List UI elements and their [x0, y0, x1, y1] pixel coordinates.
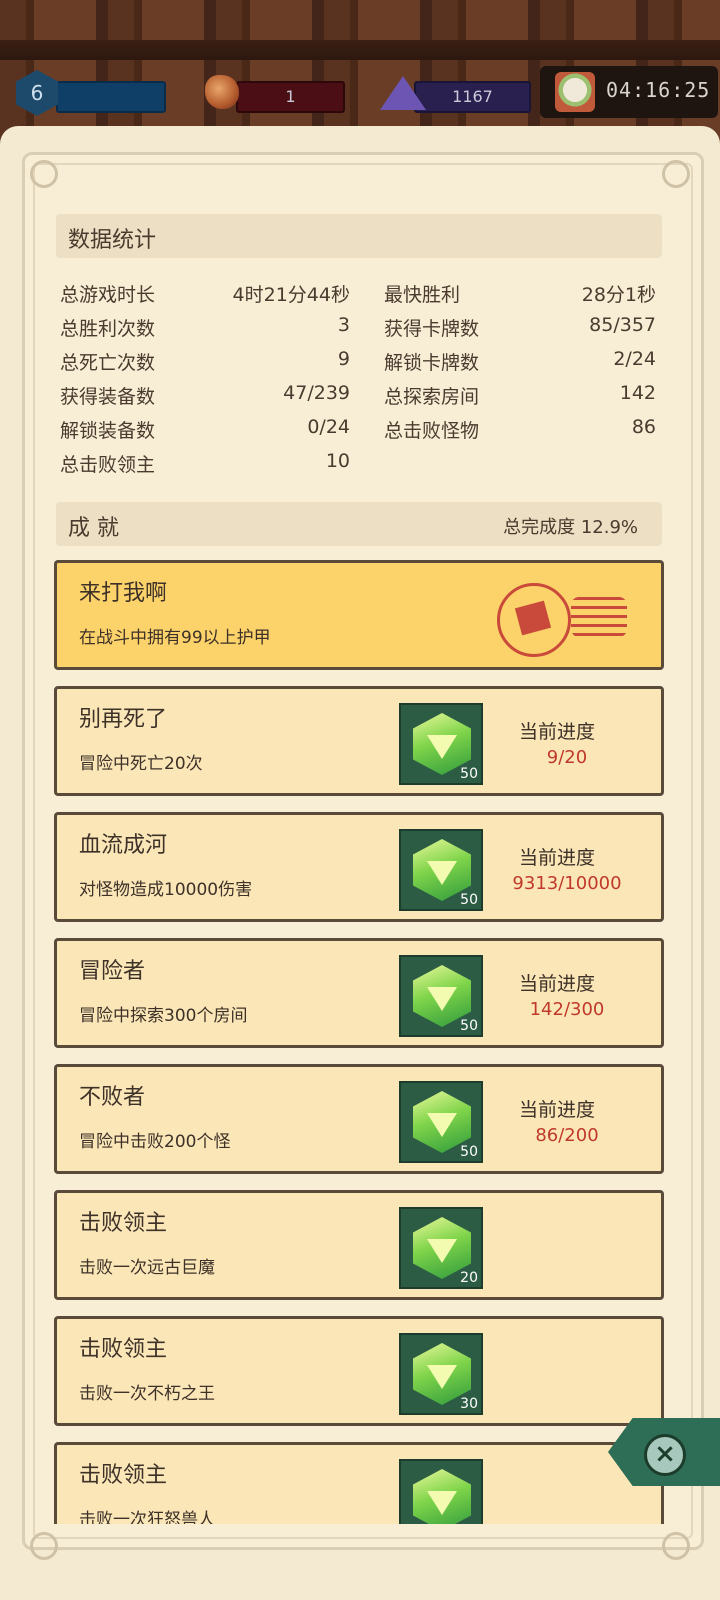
achievement-card[interactable]: 击败领主 击败一次不朽之王 30 — [54, 1316, 664, 1426]
stat-value: 0/24 — [307, 416, 350, 438]
stat-value: 4时21分44秒 — [232, 284, 350, 306]
achievement-title: 血流成河 — [79, 833, 168, 858]
achievements-header: 成 就 总完成度 12.9% — [56, 502, 662, 546]
reward-box: 50 — [399, 1081, 483, 1163]
reward-count: 20 — [460, 1270, 478, 1286]
stat-value: 3 — [337, 314, 350, 336]
achievement-title: 冒险者 — [79, 959, 146, 984]
progress-label: 当前进度 — [519, 1099, 596, 1121]
progress-value: 9313/10000 — [512, 873, 622, 894]
stat-row: 总胜利次数 3 — [60, 314, 350, 344]
stat-value: 47/239 — [283, 382, 350, 404]
stats-header: 数据统计 — [56, 214, 662, 258]
achievement-card[interactable]: 击败领主 击败一次狂怒兽人 — [54, 1442, 664, 1524]
stat-value: 85/357 — [589, 314, 656, 336]
stamp-postmark-icon — [571, 597, 627, 637]
stat-row: 解锁装备数 0/24 — [60, 416, 350, 446]
stat-row: 总死亡次数 9 — [60, 348, 350, 378]
stat-value: 2/24 — [613, 348, 656, 370]
stat-row: 总击败领主 10 — [60, 450, 350, 480]
ornament-icon — [30, 160, 58, 188]
stats-title: 数据统计 — [68, 228, 157, 253]
achievement-desc: 对怪物造成10000伤害 — [79, 880, 253, 900]
player-avatar[interactable] — [555, 72, 595, 112]
reward-box: 30 — [399, 1333, 483, 1415]
stat-row: 总探索房间 142 — [384, 382, 656, 412]
achievement-desc: 冒险中探索300个房间 — [79, 1006, 248, 1026]
achievement-card[interactable]: 不败者 冒险中击败200个怪 50 当前进度 86/200 — [54, 1064, 664, 1174]
stat-label: 获得装备数 — [60, 386, 156, 408]
progress-label: 当前进度 — [519, 973, 596, 995]
achievement-title: 击败领主 — [79, 1211, 168, 1236]
stat-label: 总探索房间 — [384, 386, 480, 408]
stat-label: 最快胜利 — [384, 284, 461, 306]
achievement-desc: 冒险中击败200个怪 — [79, 1132, 231, 1152]
crystal-counter: 1167 — [414, 81, 531, 113]
achievement-desc: 冒险中死亡20次 — [79, 754, 203, 774]
achievements-title: 成 就 — [68, 516, 119, 541]
reward-box: 50 — [399, 829, 483, 911]
progress-value: 142/300 — [529, 999, 605, 1020]
reward-count: 30 — [460, 1396, 478, 1412]
progress-value: 9/20 — [546, 747, 588, 768]
stat-value: 142 — [619, 382, 656, 404]
ornament-icon — [662, 1532, 690, 1560]
achievement-card[interactable]: 冒险者 冒险中探索300个房间 50 当前进度 142/300 — [54, 938, 664, 1048]
achievement-desc: 击败一次狂怒兽人 — [79, 1510, 215, 1524]
stat-label: 总击败领主 — [60, 454, 156, 476]
achievement-card[interactable]: 击败领主 击败一次远古巨魔 20 — [54, 1190, 664, 1300]
stat-label: 总死亡次数 — [60, 352, 156, 374]
progress-label: 当前进度 — [519, 847, 596, 869]
reward-count: 50 — [460, 1018, 478, 1034]
reward-box — [399, 1459, 483, 1524]
achievement-title: 不败者 — [79, 1085, 146, 1110]
achievement-desc: 击败一次不朽之王 — [79, 1384, 215, 1404]
stat-value: 28分1秒 — [581, 284, 656, 306]
reward-box: 20 — [399, 1207, 483, 1289]
completed-stamp-icon — [497, 583, 571, 657]
achievement-card[interactable]: 血流成河 对怪物造成10000伤害 50 当前进度 9313/10000 — [54, 812, 664, 922]
achievement-title: 击败领主 — [79, 1337, 168, 1362]
stat-row: 总游戏时长 4时21分44秒 — [60, 280, 350, 310]
achievement-card[interactable]: 来打我啊 在战斗中拥有99以上护甲 — [54, 560, 664, 670]
achievement-title: 来打我啊 — [79, 581, 168, 606]
gem-counter: 1 — [236, 81, 345, 113]
achievement-card[interactable]: 别再死了 冒险中死亡20次 50 当前进度 9/20 — [54, 686, 664, 796]
reward-count: 50 — [460, 766, 478, 782]
progress-value: 86/200 — [535, 1125, 599, 1146]
achievement-title: 击败领主 — [79, 1463, 168, 1488]
stat-label: 解锁卡牌数 — [384, 352, 480, 374]
stat-label: 获得卡牌数 — [384, 318, 480, 340]
stat-row: 最快胜利 28分1秒 — [384, 280, 656, 310]
reward-box: 50 — [399, 955, 483, 1037]
reward-count: 50 — [460, 1144, 478, 1160]
stat-row: 获得卡牌数 85/357 — [384, 314, 656, 344]
completion-rate: 总完成度 12.9% — [503, 517, 638, 538]
stat-value: 10 — [325, 450, 350, 472]
gem-icon — [205, 75, 239, 109]
stat-value: 9 — [337, 348, 350, 370]
reward-count: 50 — [460, 892, 478, 908]
d20-dice-icon — [413, 1469, 471, 1524]
close-icon[interactable]: × — [644, 1434, 686, 1476]
stat-label: 总击败怪物 — [384, 420, 480, 442]
ornament-icon — [30, 1532, 58, 1560]
stat-value: 86 — [631, 416, 656, 438]
stat-row: 解锁卡牌数 2/24 — [384, 348, 656, 378]
stat-row: 总击败怪物 86 — [384, 416, 656, 446]
achievement-desc: 击败一次远古巨魔 — [79, 1258, 215, 1278]
game-clock: 04:16:25 — [606, 78, 711, 102]
achievement-desc: 在战斗中拥有99以上护甲 — [79, 628, 271, 648]
achievement-title: 别再死了 — [79, 707, 168, 732]
progress-label: 当前进度 — [519, 721, 596, 743]
experience-bar — [56, 81, 166, 113]
reward-box: 50 — [399, 703, 483, 785]
stat-row: 获得装备数 47/239 — [60, 382, 350, 412]
stat-label: 解锁装备数 — [60, 420, 156, 442]
stat-label: 总游戏时长 — [60, 284, 156, 306]
stat-label: 总胜利次数 — [60, 318, 156, 340]
ornament-icon — [662, 160, 690, 188]
